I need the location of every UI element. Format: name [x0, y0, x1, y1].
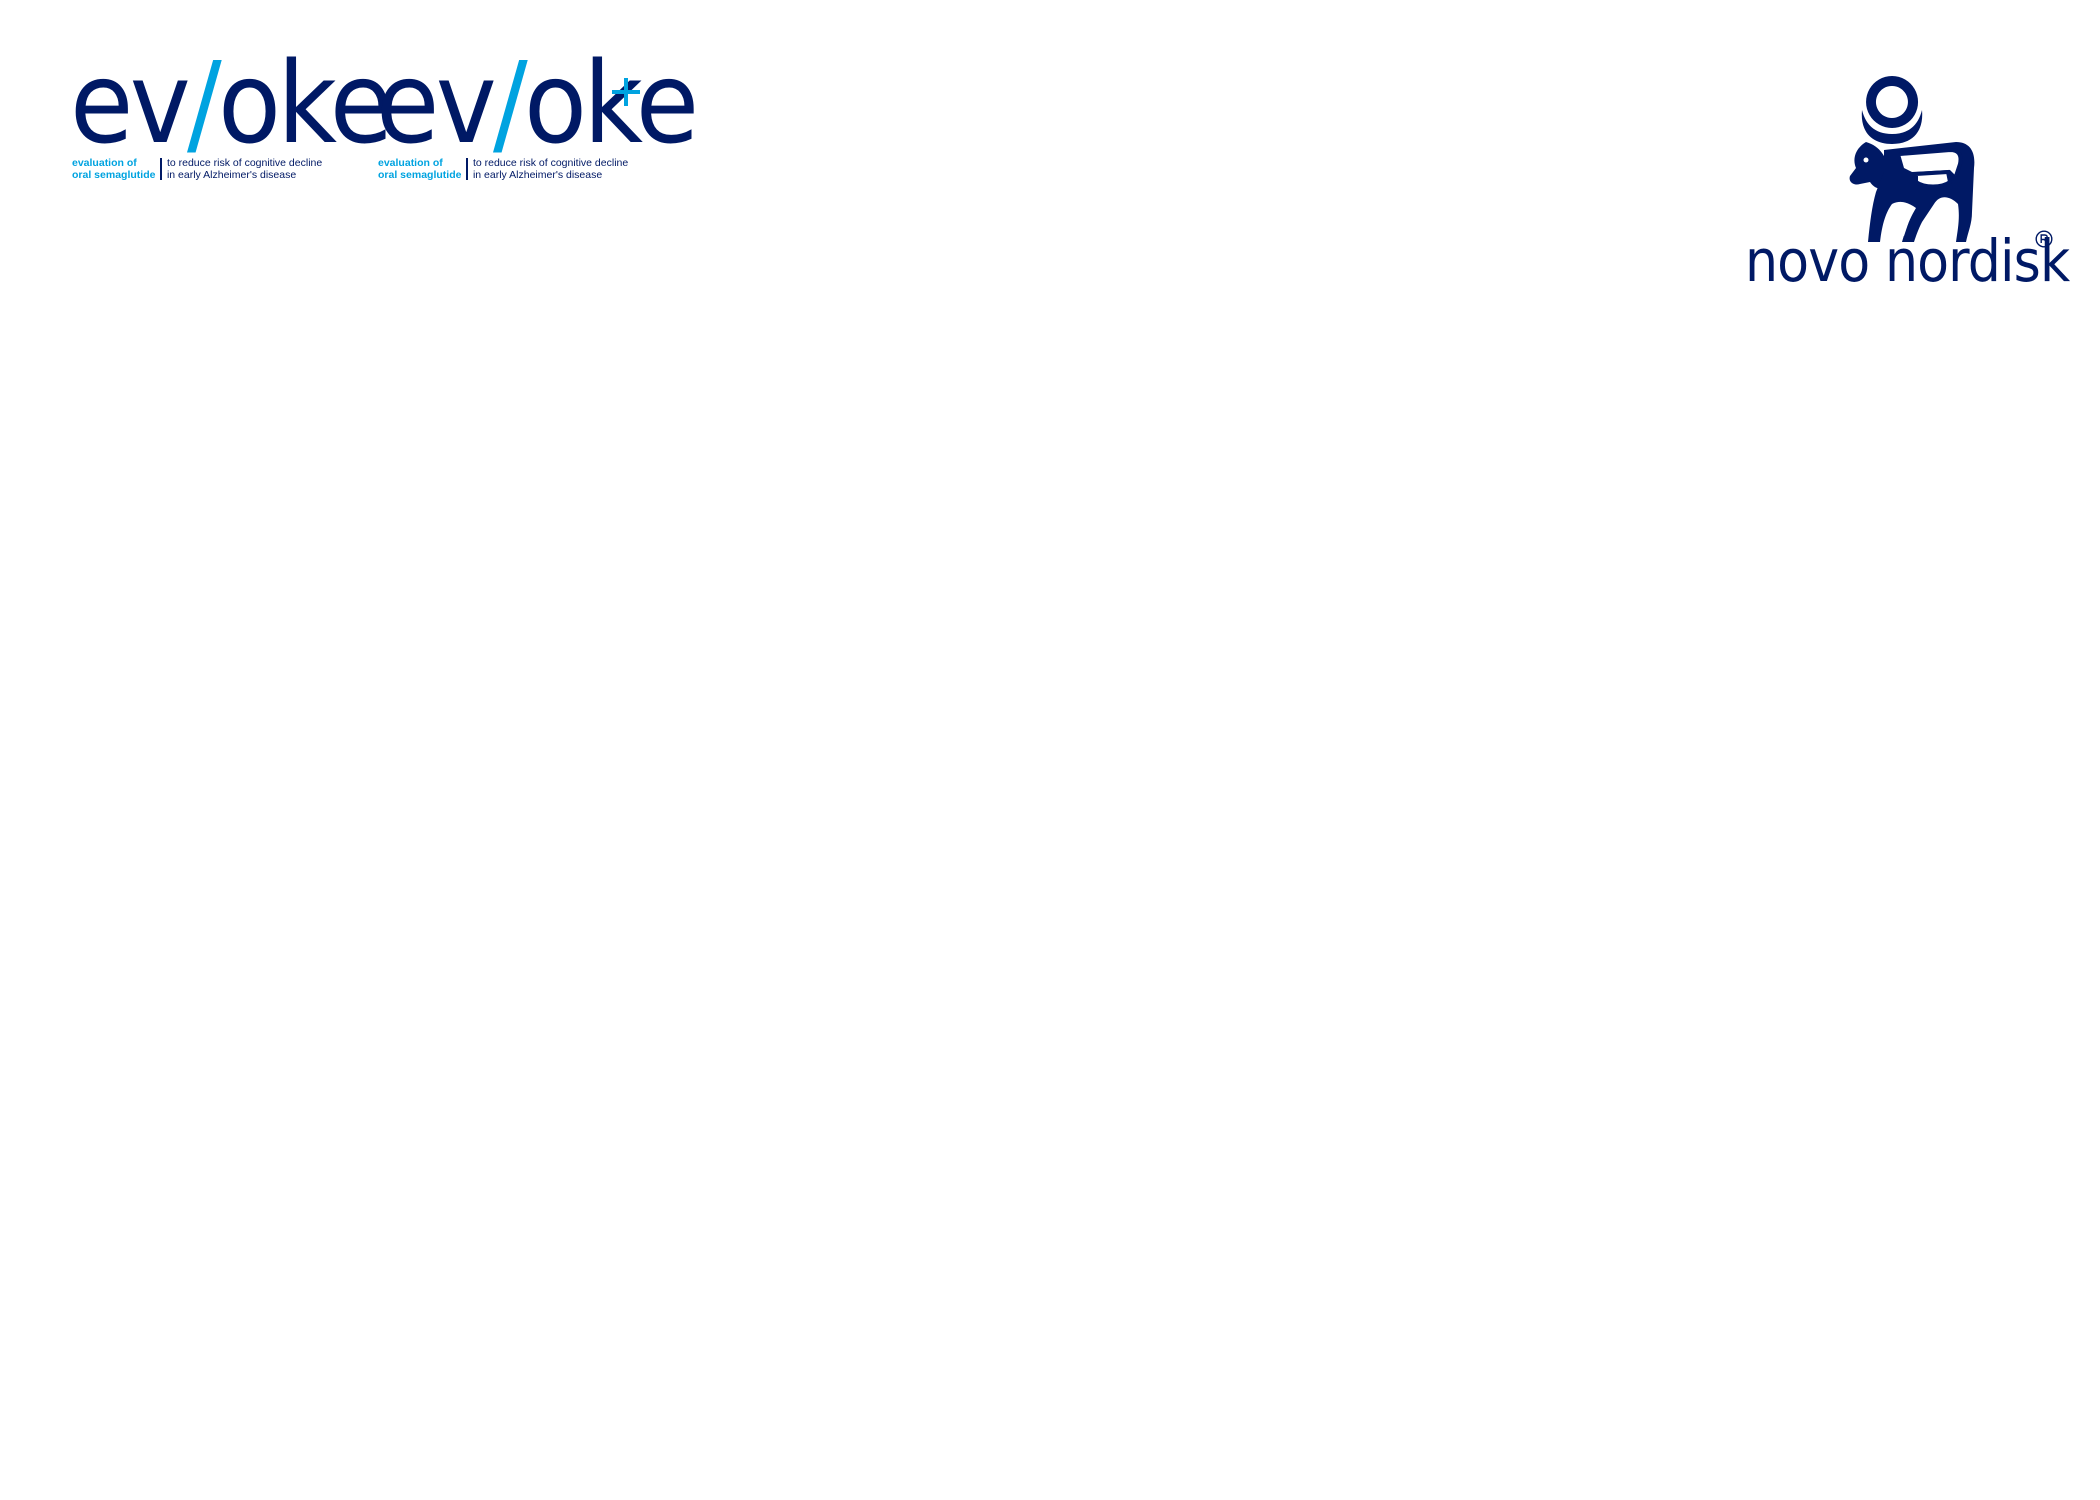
wordmark-slash: / [187, 39, 222, 169]
tagline-right-line1: to reduce risk of cognitive decline [166, 157, 323, 169]
tagline-left: evaluation of oral semaglutide [72, 157, 156, 181]
tagline-right: to reduce risk of cognitive decline in e… [166, 157, 323, 181]
evoke-logo: ev/oke evaluation of oral semaglutide to… [70, 48, 393, 192]
novo-nordisk-wordmark: novo nordisk [1745, 227, 2070, 295]
tagline-right-line2: in early Alzheimer's disease [166, 168, 297, 181]
wordmark-end: oke [524, 39, 699, 169]
page: ev/oke evaluation of oral semaglutide to… [0, 0, 2100, 1500]
evoke-tagline: evaluation of oral semaglutide to reduce… [72, 157, 323, 181]
tagline-left-line2: oral semaglutide [72, 168, 156, 181]
novo-nordisk-logo: novo nordisk [1745, 72, 2070, 292]
evoke-plus-logo: ev/oke evaluation of oral semaglutide to… [376, 48, 699, 192]
wordmark-end: oke [218, 39, 393, 169]
wordmark-slash: / [493, 39, 528, 169]
tagline-left-line1: evaluation of [72, 157, 137, 169]
evoke-plus-wordmark: ev/oke [376, 48, 723, 160]
tagline-right-line2: in early Alzheimer's disease [472, 168, 603, 181]
tagline-divider [160, 158, 162, 180]
tagline-divider [466, 158, 468, 180]
tagline-right: to reduce risk of cognitive decline in e… [472, 157, 629, 181]
tagline-left-line1: evaluation of [378, 157, 443, 169]
evoke-wordmark: ev/oke [70, 48, 417, 160]
apis-bull-icon [1849, 76, 1975, 242]
evoke-plus-tagline: evaluation of oral semaglutide to reduce… [378, 157, 629, 181]
tagline-left-line2: oral semaglutide [378, 168, 462, 181]
tagline-right-line1: to reduce risk of cognitive decline [472, 157, 629, 169]
plus-icon [612, 78, 640, 106]
tagline-left: evaluation of oral semaglutide [378, 157, 462, 181]
wordmark-start: ev [70, 39, 191, 169]
registered-trademark-icon [2035, 230, 2053, 248]
wordmark-start: ev [376, 39, 497, 169]
